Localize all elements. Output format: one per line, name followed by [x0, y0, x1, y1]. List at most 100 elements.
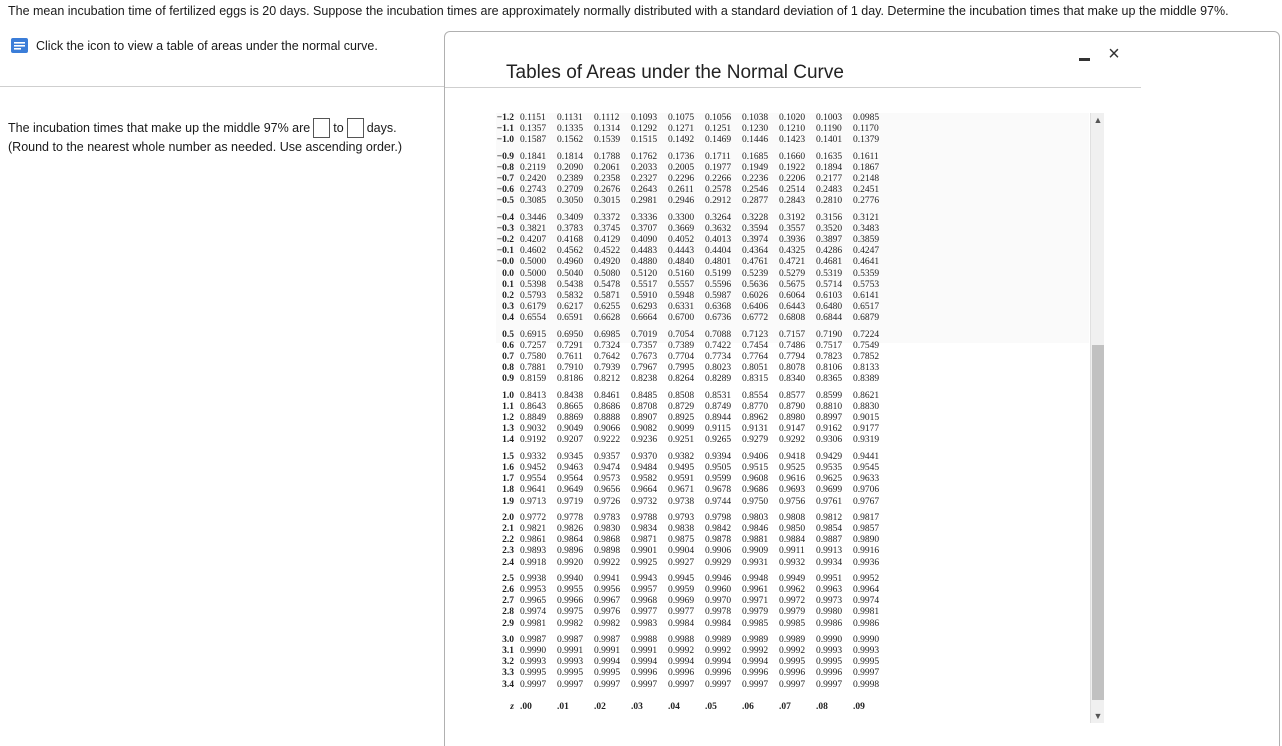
z-value-cell: 3.1 — [502, 645, 514, 656]
area-cell: 0.3015 — [594, 196, 621, 207]
area-cell: 0.2643 — [631, 185, 658, 196]
area-cell: 0.9738 — [668, 496, 695, 507]
area-cell: 0.9896 — [557, 546, 584, 557]
table-row: 0.1 0.5398 0.5438 0.5478 0.5517 0.5557 0.5596 0… — [496, 280, 890, 291]
area-cell: 0.2033 — [631, 162, 658, 173]
view-table-label[interactable]: Click the icon to view a table of areas … — [36, 39, 378, 53]
z-value-cell: 3.3 — [502, 668, 514, 679]
area-cell: 0.2119 — [520, 162, 546, 173]
area-cell: 0.2148 — [853, 174, 880, 185]
area-cell: 0.9918 — [520, 557, 547, 568]
area-cell: 0.9778 — [557, 512, 584, 523]
area-cell: 0.3520 — [816, 223, 843, 234]
area-cell: 0.8686 — [594, 401, 621, 412]
table-row: 2.6 0.9953 0.9955 0.9956 0.9957 0.9959 0.9960 0… — [496, 585, 890, 596]
area-cell: 0.9713 — [520, 496, 547, 507]
column-header: .04 — [668, 701, 680, 712]
area-cell: 0.4801 — [705, 257, 732, 268]
area-cell: 0.1539 — [594, 135, 621, 146]
area-cell: 0.8888 — [594, 413, 621, 424]
area-cell: 0.9986 — [816, 618, 843, 629]
scrollbar[interactable]: ▲ ▼ — [1090, 113, 1104, 723]
area-cell: 0.8508 — [668, 390, 695, 401]
area-cell: 0.9967 — [594, 596, 621, 607]
area-cell: 0.9997 — [779, 679, 806, 690]
scroll-down-icon[interactable]: ▼ — [1091, 709, 1105, 723]
answer-block: The incubation times that make up the mi… — [8, 118, 402, 157]
area-cell: 0.9997 — [557, 679, 584, 690]
area-cell: 0.7357 — [631, 340, 658, 351]
area-cell: 0.9808 — [779, 512, 806, 523]
area-cell: 0.4090 — [631, 235, 658, 246]
area-cell: 0.9207 — [557, 435, 584, 446]
area-cell: 0.2578 — [705, 185, 732, 196]
column-header: .09 — [853, 701, 865, 712]
area-cell: 0.9573 — [594, 474, 621, 485]
area-cell: 0.6179 — [520, 302, 547, 313]
area-cell: 0.9936 — [853, 557, 880, 568]
area-cell: 0.9306 — [816, 435, 843, 446]
area-cell: 0.3228 — [742, 212, 769, 223]
table-row: 1.9 0.9713 0.9719 0.9726 0.9732 0.9738 0.9744 0… — [496, 497, 890, 508]
area-cell: 0.6554 — [520, 313, 547, 324]
area-cell: 0.3336 — [631, 212, 658, 223]
area-cell: 0.9798 — [705, 512, 732, 523]
area-cell: 0.4207 — [520, 235, 547, 246]
area-cell: 0.9963 — [816, 584, 843, 595]
area-cell: 0.2327 — [631, 174, 658, 185]
table-row: 2.9 0.9981 0.9982 0.9982 0.9983 0.9984 0.9984 0… — [496, 619, 890, 630]
upper-bound-input[interactable] — [346, 118, 364, 138]
minimize-icon[interactable] — [1079, 48, 1093, 62]
area-cell: 0.8413 — [520, 390, 547, 401]
table-row: 0.4 0.6554 0.6591 0.6628 0.6664 0.6700 0.6736 0… — [496, 313, 890, 324]
area-cell: 0.4013 — [705, 235, 732, 246]
area-cell: 0.8186 — [557, 374, 584, 385]
area-cell: 0.8980 — [779, 413, 806, 424]
area-cell: 0.8810 — [816, 401, 843, 412]
area-cell: 0.9977 — [631, 607, 658, 618]
lower-bound-input[interactable] — [313, 118, 331, 138]
area-cell: 0.2611 — [668, 185, 694, 196]
area-cell: 0.9901 — [631, 546, 658, 557]
area-cell: 0.7291 — [557, 340, 584, 351]
view-table-link[interactable]: Click the icon to view a table of areas … — [10, 37, 378, 54]
area-cell: 0.4443 — [668, 246, 695, 257]
z-value-cell: 0.9 — [502, 374, 514, 385]
area-cell: 0.2389 — [557, 174, 584, 185]
area-cell: 0.5948 — [668, 291, 695, 302]
area-cell: 0.9664 — [631, 485, 658, 496]
area-cell: 0.8869 — [557, 413, 584, 424]
area-cell: 0.9406 — [742, 451, 769, 462]
column-header: .05 — [705, 701, 717, 712]
area-cell: 0.9871 — [631, 535, 658, 546]
area-cell: 0.3156 — [816, 212, 843, 223]
z-value-cell: 0.7 — [502, 352, 514, 363]
area-cell: 0.9678 — [705, 485, 732, 496]
scroll-up-icon[interactable]: ▲ — [1091, 113, 1105, 127]
area-cell: 0.6443 — [779, 302, 806, 313]
area-cell: 0.9916 — [853, 546, 880, 557]
area-cell: 0.8051 — [742, 363, 769, 374]
area-cell: 0.9987 — [557, 634, 584, 645]
area-cell: 0.9996 — [631, 668, 658, 679]
area-cell: 0.9993 — [816, 645, 843, 656]
area-cell: 0.9525 — [779, 462, 806, 473]
area-cell: 0.9985 — [779, 618, 806, 629]
scroll-thumb[interactable] — [1092, 345, 1104, 700]
normal-table-scroll-area[interactable]: −1.2 0.1151 0.1131 0.1112 0.1093 0.1075 0.1056… — [496, 113, 1091, 723]
area-cell: 0.9994 — [705, 657, 732, 668]
area-cell: 0.7517 — [816, 340, 843, 351]
close-icon[interactable]: × — [1105, 44, 1123, 64]
z-value-cell: 1.1 — [502, 401, 514, 412]
table-row: 3.0 0.9987 0.9987 0.9987 0.9988 0.9988 0.9989 0… — [496, 635, 890, 646]
z-value-cell: 2.0 — [502, 512, 514, 523]
area-cell: 0.9898 — [594, 546, 621, 557]
area-cell: 0.9969 — [668, 596, 695, 607]
area-cell: 0.9988 — [631, 634, 658, 645]
table-row: 1.1 0.8643 0.8665 0.8686 0.8708 0.8729 0.8749 0… — [496, 402, 890, 413]
area-cell: 0.9962 — [779, 584, 806, 595]
area-cell: 0.9992 — [779, 645, 806, 656]
area-cell: 0.9236 — [631, 435, 658, 446]
document-icon[interactable] — [10, 37, 29, 54]
area-cell: 0.7054 — [668, 329, 695, 340]
